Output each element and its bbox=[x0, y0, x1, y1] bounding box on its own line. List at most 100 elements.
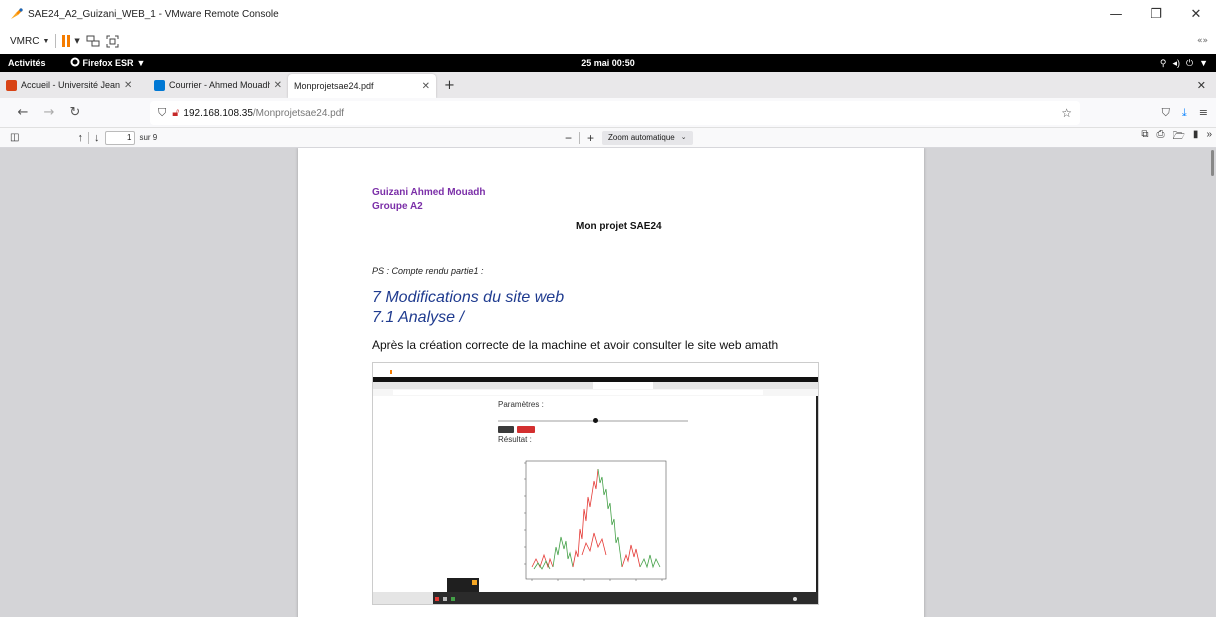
scrollbar-thumb[interactable] bbox=[1211, 150, 1214, 176]
network-devices-icon bbox=[86, 35, 100, 47]
tracking-shield-icon[interactable]: ⛉ bbox=[158, 107, 166, 120]
author-block: Guizani Ahmed Mouadh Groupe A2 bbox=[372, 186, 486, 214]
pause-icon bbox=[62, 35, 66, 47]
caret-down-icon: ▼ bbox=[136, 58, 146, 68]
body-paragraph: Après la création correcte de la machine… bbox=[372, 338, 779, 352]
embedded-slider-knob bbox=[593, 418, 598, 423]
url-path: /Monprojetsae24.pdf bbox=[252, 107, 345, 119]
zoom-select[interactable]: Zoom automatique ⌄ bbox=[602, 130, 693, 145]
next-page-icon[interactable]: ↓ bbox=[94, 132, 100, 144]
collapse-toolbar-icon[interactable]: «» bbox=[1197, 36, 1208, 46]
pdf-toolbar: ◫ ↑ ↓ 1 sur 9 − + Zoom automatique ⌄ ⧉ ⎙… bbox=[0, 128, 1216, 148]
vmrc-app-icon bbox=[10, 7, 24, 21]
maximize-button[interactable]: ❐ bbox=[1136, 0, 1176, 28]
zoom-controls: − + Zoom automatique ⌄ bbox=[565, 130, 693, 145]
embedded-result-label: Résultat : bbox=[498, 435, 532, 444]
subsection-heading: 7.1 Analyse / bbox=[372, 309, 464, 326]
page-nav: ↑ ↓ bbox=[77, 131, 100, 144]
tab-pdf[interactable]: Monprojetsae24.pdf ✕ bbox=[288, 74, 436, 98]
document-title: Mon projet SAE24 bbox=[576, 221, 662, 232]
bookmark-icon[interactable]: ▮ bbox=[1193, 129, 1199, 146]
download-icon[interactable]: ⤓ bbox=[1182, 106, 1187, 120]
pause-button[interactable] bbox=[62, 35, 71, 47]
zoom-out-button[interactable]: − bbox=[565, 131, 572, 145]
vmrc-menu-button[interactable]: VMRC ▼ bbox=[10, 36, 49, 47]
embedded-popup bbox=[447, 578, 479, 592]
hamburger-menu-icon[interactable]: ≡ bbox=[1199, 106, 1208, 120]
power-icon: ⏻ bbox=[1185, 57, 1194, 68]
embedded-toolbar bbox=[373, 370, 818, 376]
nav-right-tools: ⛉ ⤓ ≡ bbox=[1162, 106, 1208, 120]
ps-note: PS : Compte rendu partie1 : bbox=[372, 266, 484, 276]
embedded-titlebar bbox=[373, 363, 818, 370]
insecure-lock-icon[interactable]: 🔓︎ bbox=[172, 107, 179, 120]
tab-label: Accueil - Université Jean bbox=[21, 80, 121, 90]
back-button[interactable]: ← bbox=[12, 105, 34, 120]
pocket-icon[interactable]: ⛉ bbox=[1162, 106, 1170, 120]
volume-icon: ◂) bbox=[1172, 57, 1180, 68]
network-icon: ⚲ bbox=[1159, 57, 1167, 68]
toolbar-divider bbox=[55, 34, 57, 48]
tab-close-icon[interactable]: ✕ bbox=[124, 80, 132, 91]
tab-label: Courrier - Ahmed Mouadh bbox=[169, 80, 270, 90]
divider bbox=[579, 131, 581, 144]
bookmark-star-icon[interactable]: ☆ bbox=[1061, 106, 1072, 120]
firefox-icon bbox=[70, 57, 80, 69]
activities-button[interactable]: Activités bbox=[8, 58, 46, 68]
author-name: Guizani Ahmed Mouadh bbox=[372, 187, 486, 198]
embedded-button-red bbox=[517, 426, 535, 433]
tab-label: Monprojetsae24.pdf bbox=[294, 81, 374, 91]
shield-icon bbox=[6, 79, 17, 91]
pdf-right-tools: ⧉ ⎙ 🗁︎ ▮ » bbox=[1141, 129, 1212, 146]
fullscreen-button[interactable] bbox=[106, 35, 119, 48]
app-menu-button[interactable]: Firefox ESR ▼ bbox=[70, 57, 146, 69]
window-controls: — ❐ ✕ bbox=[1096, 0, 1216, 28]
forward-button[interactable]: → bbox=[38, 105, 60, 120]
tab-accueil[interactable]: Accueil - Université Jean ✕ bbox=[0, 74, 148, 96]
window-title: SAE24_A2_Guizani_WEB_1 - VMware Remote C… bbox=[28, 8, 279, 20]
page-count: sur 9 bbox=[139, 133, 158, 142]
pause-caret-icon[interactable]: ▼ bbox=[74, 37, 79, 45]
zoom-in-button[interactable]: + bbox=[587, 131, 594, 145]
close-button[interactable]: ✕ bbox=[1176, 0, 1216, 28]
page-number-input[interactable]: 1 bbox=[105, 130, 136, 145]
fullscreen-icon bbox=[106, 35, 119, 47]
vmrc-menu-label: VMRC bbox=[10, 35, 40, 47]
sidebar-toggle-icon[interactable]: ◫ bbox=[10, 132, 19, 143]
author-group: Groupe A2 bbox=[372, 201, 423, 212]
window-titlebar: SAE24_A2_Guizani_WEB_1 - VMware Remote C… bbox=[0, 0, 1216, 28]
embedded-fractal-plot bbox=[524, 460, 667, 581]
reload-button[interactable]: ↻ bbox=[64, 105, 86, 120]
close-window-icon[interactable]: ✕ bbox=[1197, 79, 1206, 92]
tab-courrier[interactable]: Courrier - Ahmed Mouadh ✕ bbox=[148, 74, 288, 96]
minimize-button[interactable]: — bbox=[1096, 0, 1136, 28]
divider bbox=[87, 131, 89, 144]
presentation-icon[interactable]: ⧉ bbox=[1141, 129, 1148, 146]
app-menu-label: Firefox ESR bbox=[82, 58, 134, 68]
url-bar[interactable]: ⛉ 🔓︎ 192.168.108.35 /Monprojetsae24.pdf … bbox=[150, 101, 1080, 125]
section-heading: 7 Modifications du site web bbox=[372, 289, 565, 306]
new-tab-button[interactable]: + bbox=[444, 78, 455, 93]
send-ctrl-alt-del-button[interactable] bbox=[86, 35, 100, 47]
embedded-tabs bbox=[373, 382, 818, 389]
embedded-button-dark bbox=[498, 426, 514, 433]
save-icon[interactable]: 🗁︎ bbox=[1173, 129, 1185, 146]
system-menu[interactable]: ⚲ ◂) ⏻ ▼ bbox=[1160, 58, 1208, 69]
navigation-bar: ← → ↻ ⛉ 🔓︎ 192.168.108.35 /Monprojetsae2… bbox=[0, 98, 1216, 128]
pdf-viewport[interactable]: Guizani Ahmed Mouadh Groupe A2 Mon proje… bbox=[0, 148, 1216, 617]
more-tools-icon[interactable]: » bbox=[1206, 129, 1212, 146]
tab-strip: Accueil - Université Jean ✕ Courrier - A… bbox=[0, 72, 1216, 98]
tab-close-icon[interactable]: ✕ bbox=[422, 81, 430, 92]
embedded-navbar bbox=[373, 389, 818, 396]
caret-down-icon: ▼ bbox=[1199, 57, 1208, 68]
tab-close-icon[interactable]: ✕ bbox=[274, 80, 282, 91]
previous-page-icon[interactable]: ↑ bbox=[77, 132, 83, 144]
embedded-slider bbox=[498, 418, 688, 423]
clock[interactable]: 25 mai 00:50 bbox=[581, 58, 635, 68]
caret-down-icon: ▼ bbox=[42, 37, 50, 45]
gnome-top-bar: Activités Firefox ESR ▼ 25 mai 00:50 ⚲ ◂… bbox=[0, 54, 1216, 72]
embedded-edge bbox=[816, 396, 818, 592]
pause-icon-bar bbox=[67, 35, 71, 47]
zoom-value: Zoom automatique bbox=[608, 132, 675, 142]
print-icon[interactable]: ⎙ bbox=[1157, 129, 1165, 146]
